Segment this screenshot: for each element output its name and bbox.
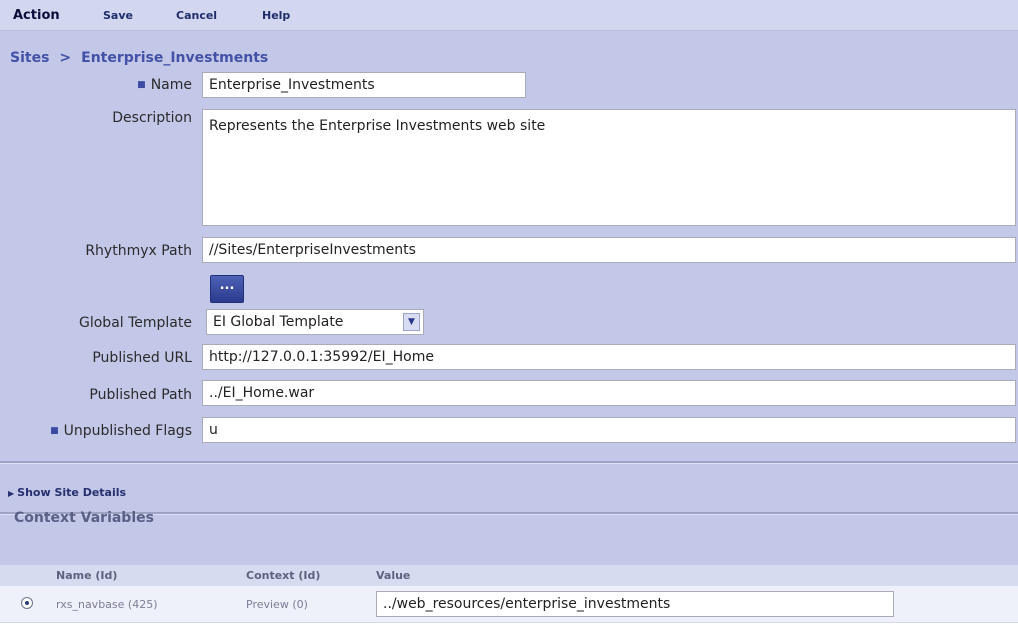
description-field[interactable]: Represents the Enterprise Investments we… [202,109,1016,226]
published-path-label: Published Path [89,387,192,403]
row-select-radio[interactable] [21,597,33,609]
column-header-name: Name (Id) [56,569,118,582]
help-button[interactable]: Help [262,9,290,22]
breadcrumb-current: Enterprise_Investments [81,50,269,66]
required-marker: ■ [137,80,146,90]
name-label: ■ Name [137,77,192,93]
cell-value-field[interactable]: ../web_resources/enterprise_investments [376,591,894,617]
required-marker: ■ [50,426,59,436]
save-button[interactable]: Save [103,9,133,22]
rhythmyx-path-field[interactable]: //Sites/EnterpriseInvestments [202,237,1016,263]
section-divider [0,461,1018,464]
toolbar-title: Action [13,8,60,23]
context-variables-header: Name (Id) Context (Id) Value [0,565,1018,586]
breadcrumb-sites[interactable]: Sites [10,50,49,66]
cell-name: rxs_navbase (425) [56,598,158,611]
context-variables-title: Context Variables [14,510,154,526]
cancel-button[interactable]: Cancel [176,9,217,22]
global-template-select[interactable]: EI Global Template ▼ [206,309,424,335]
published-path-field[interactable]: ../EI_Home.war [202,380,1016,406]
published-url-field[interactable]: http://127.0.0.1:35992/EI_Home [202,344,1016,370]
global-template-label: Global Template [79,315,192,331]
description-label: Description [112,110,192,126]
chevron-down-icon[interactable]: ▼ [403,313,420,331]
column-header-context: Context (Id) [246,569,321,582]
column-header-value: Value [376,569,411,582]
breadcrumb: Sites > Enterprise_Investments [10,50,268,66]
rhythmyx-path-label: Rhythmyx Path [85,243,192,259]
browse-button[interactable]: ... [210,275,244,303]
breadcrumb-separator: > [59,50,72,66]
table-row[interactable]: rxs_navbase (425) Preview (0) ../web_res… [0,586,1018,623]
action-toolbar: Action Save Cancel Help [0,0,1018,31]
global-template-value: EI Global Template [213,314,344,330]
unpublished-flags-label: ■ Unpublished Flags [50,423,192,439]
name-field[interactable]: Enterprise_Investments [202,72,526,98]
unpublished-flags-field[interactable]: u [202,417,1016,443]
triangle-right-icon: ▶ [8,489,15,498]
site-editor-panel: Sites > Enterprise_Investments ■ Name Enter… [0,31,1018,565]
show-site-details-toggle[interactable]: ▶ Show Site Details [8,486,126,499]
cell-context: Preview (0) [246,598,308,611]
published-url-label: Published URL [92,350,192,366]
